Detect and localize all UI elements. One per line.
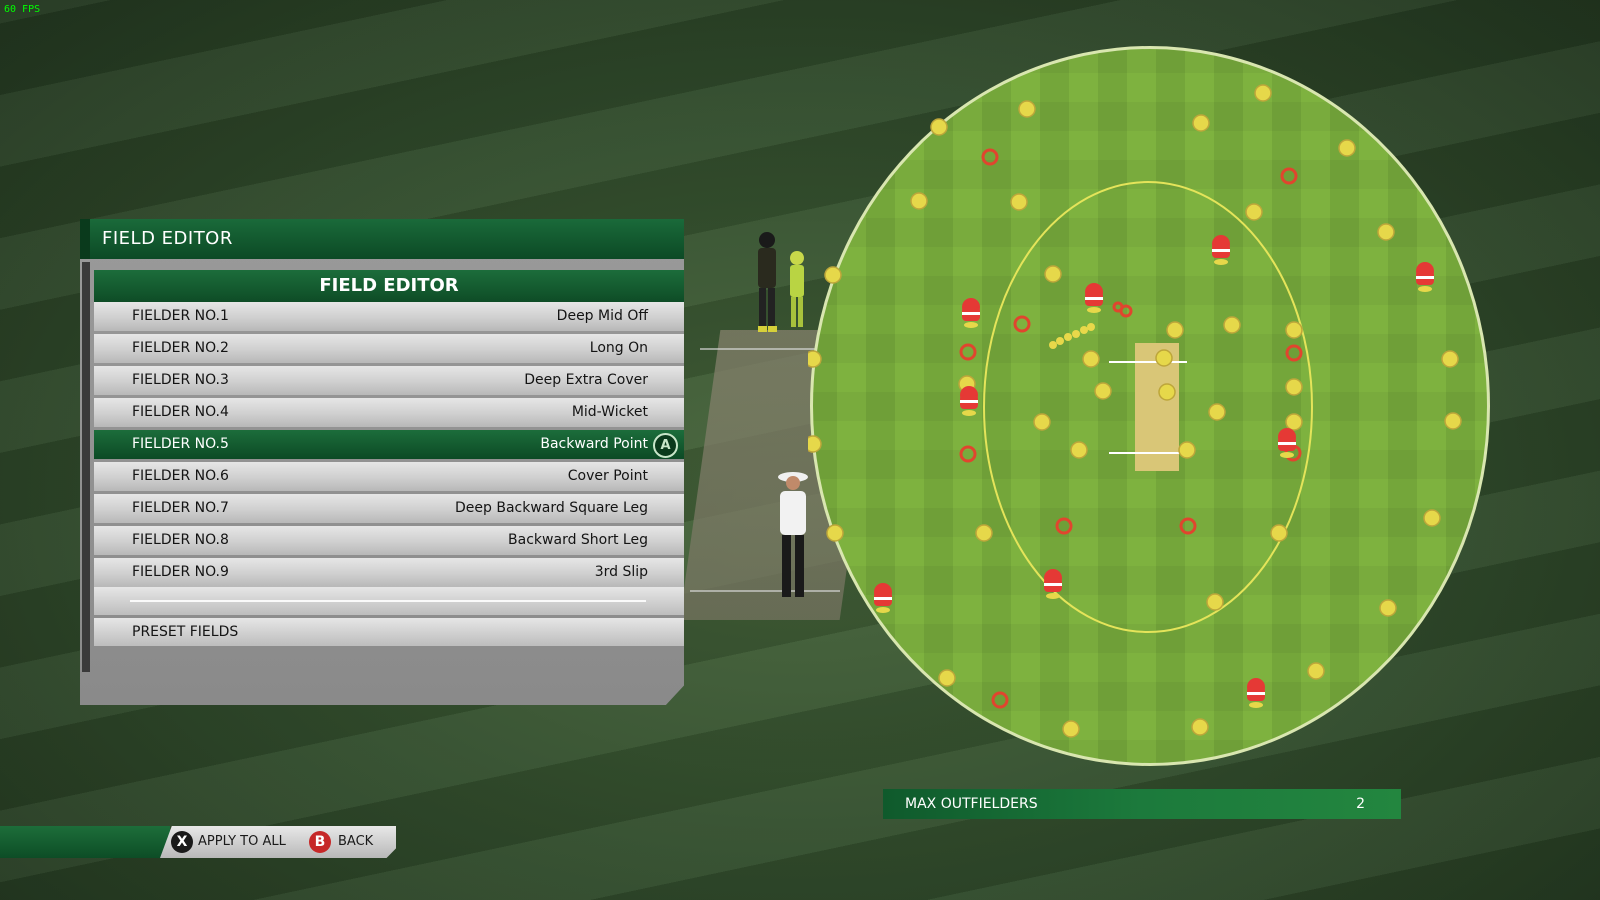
b-button-icon[interactable]: B (309, 831, 331, 853)
fielder-name: FIELDER NO.2 (132, 340, 229, 356)
fielder-position: Backward Point (540, 436, 648, 452)
fielder-name: FIELDER NO.5 (132, 436, 229, 452)
max-outfielders-value: 2 (1356, 796, 1365, 812)
fielder-row-2[interactable]: FIELDER NO.2 Long On (94, 334, 684, 363)
list-title: FIELD EDITOR (94, 270, 684, 302)
a-button-icon[interactable]: A (653, 433, 678, 458)
fielder-row-8[interactable]: FIELDER NO.8 Backward Short Leg (94, 526, 684, 555)
fielder-row-5-selected[interactable]: FIELDER NO.5 Backward Point A (94, 430, 684, 459)
bottom-bar-accent (0, 826, 170, 858)
divider-line (130, 600, 646, 602)
fps-counter: 60 FPS (4, 4, 41, 15)
fielder-row-7[interactable]: FIELDER NO.7 Deep Backward Square Leg (94, 494, 684, 523)
batsman-figure (758, 232, 804, 332)
popping-crease (700, 348, 820, 350)
fielder-row-9[interactable]: FIELDER NO.9 3rd Slip (94, 558, 684, 587)
fielder-name: FIELDER NO.6 (132, 468, 229, 484)
field-map[interactable] (808, 44, 1492, 768)
back-label[interactable]: BACK (338, 831, 373, 853)
fielder-row-6[interactable]: FIELDER NO.6 Cover Point (94, 462, 684, 491)
fielder-position: Deep Mid Off (556, 308, 648, 324)
apply-to-all-label[interactable]: APPLY TO ALL (198, 831, 286, 853)
fielder-position: 3rd Slip (594, 564, 648, 580)
x-button-icon[interactable]: X (171, 831, 193, 853)
fielder-name: FIELDER NO.3 (132, 372, 229, 388)
fielder-position: Long On (589, 340, 648, 356)
max-outfielders-bar: MAX OUTFIELDERS 2 (883, 789, 1401, 819)
fielder-name: FIELDER NO.8 (132, 532, 229, 548)
panel-left-border (82, 262, 90, 672)
fielder-name: FIELDER NO.1 (132, 308, 229, 324)
fielder-name: FIELDER NO.4 (132, 404, 229, 420)
preset-fields-row[interactable]: PRESET FIELDS (94, 618, 684, 646)
fielder-row-3[interactable]: FIELDER NO.3 Deep Extra Cover (94, 366, 684, 395)
fielder-position: Deep Extra Cover (524, 372, 648, 388)
fielder-position: Deep Backward Square Leg (455, 500, 648, 516)
preset-fields-label: PRESET FIELDS (132, 624, 239, 640)
fielder-row-4[interactable]: FIELDER NO.4 Mid-Wicket (94, 398, 684, 427)
max-outfielders-label: MAX OUTFIELDERS (905, 796, 1038, 812)
fielder-row-1[interactable]: FIELDER NO.1 Deep Mid Off (94, 302, 684, 331)
fielder-name: FIELDER NO.7 (132, 500, 229, 516)
fielder-position: Cover Point (567, 468, 648, 484)
list-divider-row (94, 587, 684, 615)
fielder-position: Mid-Wicket (571, 404, 648, 420)
panel-header-title: FIELD EDITOR (80, 219, 684, 259)
fielder-name: FIELDER NO.9 (132, 564, 229, 580)
fielder-position: Backward Short Leg (508, 532, 648, 548)
